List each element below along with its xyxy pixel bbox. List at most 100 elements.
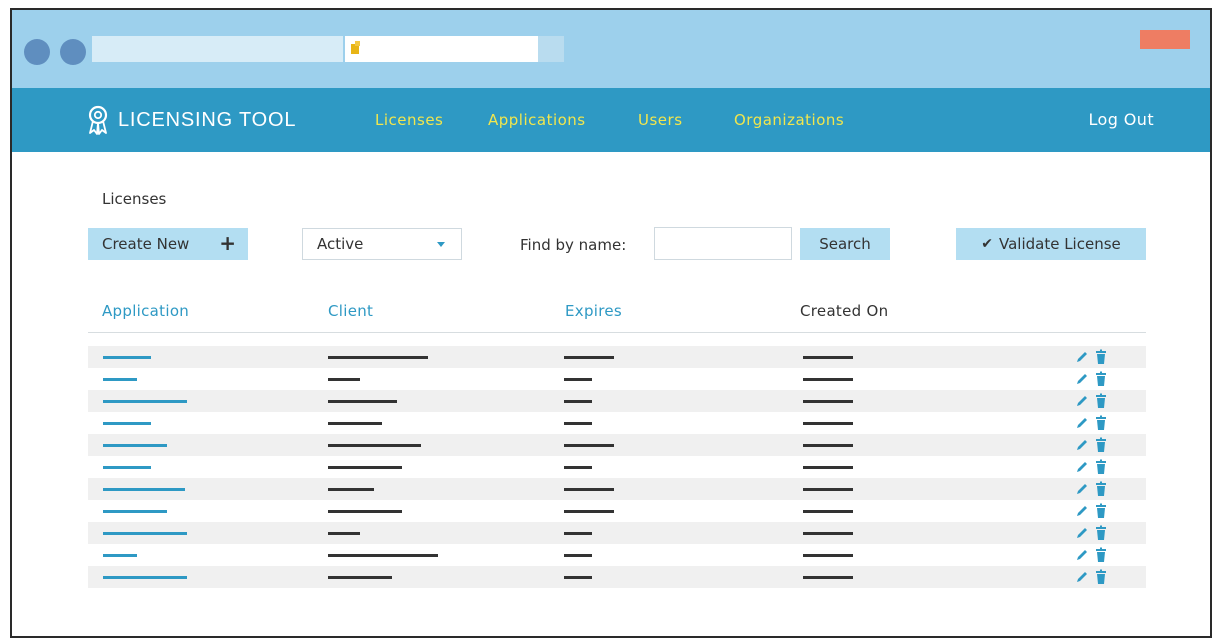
window-control-2[interactable]	[60, 39, 86, 65]
trash-icon[interactable]	[1093, 525, 1109, 541]
trash-icon[interactable]	[1093, 569, 1109, 585]
cell-application-placeholder[interactable]	[103, 422, 151, 425]
browser-tab-active[interactable]	[345, 36, 538, 62]
table-row[interactable]	[88, 346, 1146, 368]
window-control-1[interactable]	[24, 39, 50, 65]
trash-icon[interactable]	[1093, 371, 1109, 387]
logout-link[interactable]: Log Out	[1089, 88, 1154, 152]
cell-application-placeholder[interactable]	[103, 444, 167, 447]
table-row[interactable]	[88, 566, 1146, 588]
create-new-label: Create New	[102, 235, 190, 253]
pencil-icon[interactable]	[1074, 393, 1090, 409]
cell-application-placeholder[interactable]	[103, 378, 137, 381]
browser-tab-inactive[interactable]	[92, 36, 343, 62]
brand[interactable]: LICENSING TOOL	[86, 88, 296, 152]
cell-application-placeholder[interactable]	[103, 400, 187, 403]
create-new-button[interactable]: Create New +	[88, 228, 248, 260]
app-navbar: LICENSING TOOL Licenses Applications Use…	[12, 88, 1210, 152]
app-window: LICENSING TOOL Licenses Applications Use…	[10, 8, 1212, 638]
cell-client-placeholder	[328, 356, 428, 359]
cell-created-on-placeholder	[803, 554, 853, 557]
chevron-down-icon	[437, 242, 445, 247]
cell-expires-placeholder	[564, 532, 592, 535]
favicon-icon	[351, 41, 360, 54]
pencil-icon[interactable]	[1074, 569, 1090, 585]
trash-icon[interactable]	[1093, 393, 1109, 409]
pencil-icon[interactable]	[1074, 459, 1090, 475]
validate-license-button[interactable]: ✔ Validate License	[956, 228, 1146, 260]
trash-icon[interactable]	[1093, 503, 1109, 519]
pencil-icon[interactable]	[1074, 349, 1090, 365]
page-title: Licenses	[102, 190, 167, 208]
validate-license-label: Validate License	[998, 235, 1121, 253]
cell-client-placeholder	[328, 488, 374, 491]
search-button-label: Search	[819, 235, 871, 253]
table-row[interactable]	[88, 522, 1146, 544]
cell-application-placeholder[interactable]	[103, 532, 187, 535]
cell-expires-placeholder	[564, 510, 614, 513]
status-select-value: Active	[317, 235, 364, 253]
nav-users[interactable]: Users	[638, 88, 683, 152]
cell-created-on-placeholder	[803, 378, 853, 381]
pencil-icon[interactable]	[1074, 481, 1090, 497]
nav-organizations[interactable]: Organizations	[734, 88, 844, 152]
cell-application-placeholder[interactable]	[103, 510, 167, 513]
pencil-icon[interactable]	[1074, 371, 1090, 387]
cell-client-placeholder	[328, 422, 382, 425]
pencil-icon[interactable]	[1074, 437, 1090, 453]
trash-icon[interactable]	[1093, 415, 1109, 431]
browser-chrome	[12, 10, 1210, 88]
search-button[interactable]: Search	[800, 228, 890, 260]
cell-expires-placeholder	[564, 488, 614, 491]
cell-expires-placeholder	[564, 576, 592, 579]
cell-application-placeholder[interactable]	[103, 488, 185, 491]
cell-expires-placeholder	[564, 554, 592, 557]
trash-icon[interactable]	[1093, 459, 1109, 475]
cell-client-placeholder	[328, 378, 360, 381]
cell-created-on-placeholder	[803, 488, 853, 491]
table-row[interactable]	[88, 412, 1146, 434]
cell-expires-placeholder	[564, 466, 592, 469]
nav-licenses[interactable]: Licenses	[375, 88, 443, 152]
table-row[interactable]	[88, 390, 1146, 412]
column-header-client[interactable]: Client	[328, 302, 373, 320]
table-row[interactable]	[88, 500, 1146, 522]
status-select[interactable]: Active	[302, 228, 462, 260]
trash-icon[interactable]	[1093, 349, 1109, 365]
trash-icon[interactable]	[1093, 481, 1109, 497]
cell-client-placeholder	[328, 444, 421, 447]
cell-expires-placeholder	[564, 400, 592, 403]
search-input[interactable]	[654, 227, 792, 260]
column-header-application[interactable]: Application	[102, 302, 189, 320]
pencil-icon[interactable]	[1074, 503, 1090, 519]
cell-created-on-placeholder	[803, 422, 853, 425]
table-row[interactable]	[88, 456, 1146, 478]
cell-created-on-placeholder	[803, 532, 853, 535]
nav-applications[interactable]: Applications	[488, 88, 586, 152]
new-tab-button[interactable]	[538, 36, 564, 62]
trash-icon[interactable]	[1093, 437, 1109, 453]
cell-created-on-placeholder	[803, 510, 853, 513]
cell-expires-placeholder	[564, 444, 614, 447]
cell-client-placeholder	[328, 554, 438, 557]
column-header-expires[interactable]: Expires	[565, 302, 622, 320]
cell-created-on-placeholder	[803, 444, 853, 447]
trash-icon[interactable]	[1093, 547, 1109, 563]
table-row[interactable]	[88, 434, 1146, 456]
cell-created-on-placeholder	[803, 576, 853, 579]
cell-application-placeholder[interactable]	[103, 576, 187, 579]
pencil-icon[interactable]	[1074, 415, 1090, 431]
cell-expires-placeholder	[564, 356, 614, 359]
brand-name: LICENSING TOOL	[118, 108, 297, 131]
pencil-icon[interactable]	[1074, 525, 1090, 541]
table-row[interactable]	[88, 368, 1146, 390]
cell-created-on-placeholder	[803, 356, 853, 359]
cell-application-placeholder[interactable]	[103, 356, 151, 359]
window-close-button[interactable]	[1140, 30, 1190, 49]
cell-application-placeholder[interactable]	[103, 466, 151, 469]
table-row[interactable]	[88, 544, 1146, 566]
pencil-icon[interactable]	[1074, 547, 1090, 563]
table-row[interactable]	[88, 478, 1146, 500]
cell-client-placeholder	[328, 400, 397, 403]
cell-application-placeholder[interactable]	[103, 554, 137, 557]
